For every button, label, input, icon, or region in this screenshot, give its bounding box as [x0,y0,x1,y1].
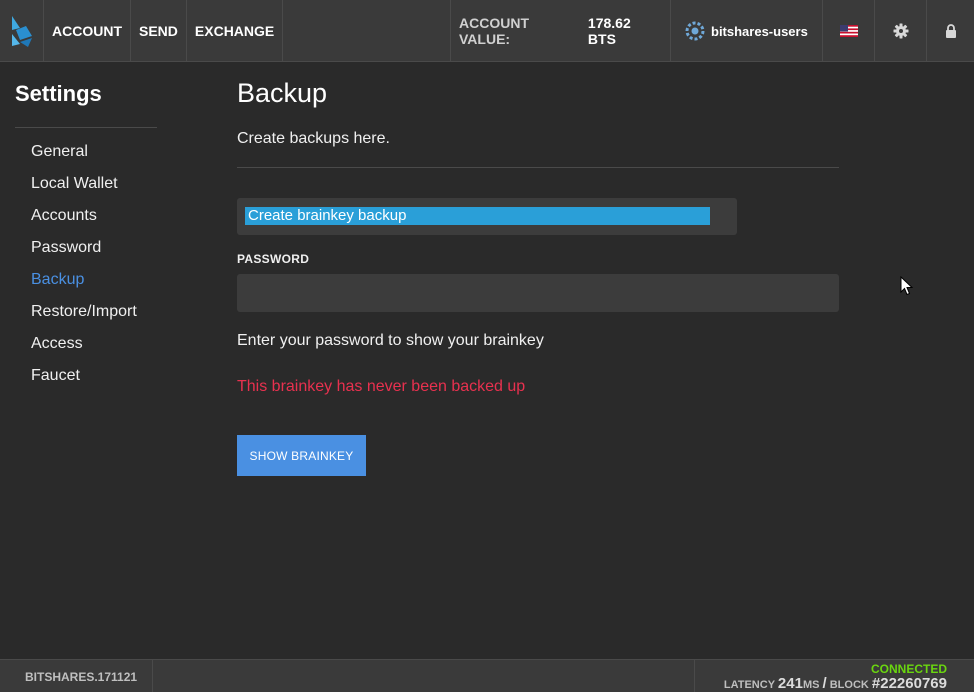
block-number: #22260769 [871,675,947,692]
app-version: BITSHARES.171121 [0,660,153,692]
backup-type-select[interactable]: Create brainkey backup [237,198,737,235]
block-label: BLOCK [829,679,869,691]
account-name: bitshares-users [711,23,808,39]
password-hint: Enter your password to show your brainke… [237,332,544,349]
sidebar-item-local-wallet[interactable]: Local Wallet [31,172,137,204]
connection-status[interactable]: CONNECTED LATENCY 241MS / BLOCK #2226076… [694,660,974,692]
page-title: Backup [237,78,328,108]
lock-button[interactable] [927,0,974,62]
account-selector[interactable]: bitshares-users [671,0,823,62]
latency-label: LATENCY [723,679,775,691]
backup-warning: This brainkey has never been backed up [237,378,526,395]
flag-us-icon [839,25,858,37]
sidebar-item-general[interactable]: General [31,140,137,172]
sidebar-item-password[interactable]: Password [31,236,137,268]
account-value[interactable]: ACCOUNT VALUE: 178.62 BTS [451,0,671,62]
account-avatar-icon [685,21,705,41]
account-value-label: ACCOUNT VALUE: [459,15,529,47]
sidebar-item-backup[interactable]: Backup [31,268,137,300]
password-field[interactable] [237,274,839,312]
show-brainkey-button[interactable]: SHOW BRAINKEY [237,435,366,476]
latency-readout: LATENCY 241MS / BLOCK #22260769 [724,675,947,692]
latency-value: 241 [777,675,803,692]
latency-unit: MS [802,679,820,691]
account-value-amount: 178.62 BTS [587,15,631,47]
settings-button[interactable] [875,0,927,62]
lock-icon [945,24,956,38]
sidebar-item-restore-import[interactable]: Restore/Import [31,300,137,332]
content-divider [237,167,839,168]
settings-menu: General Local Wallet Accounts Password B… [31,140,137,396]
sidebar-item-faucet[interactable]: Faucet [31,364,137,396]
nav-account[interactable]: ACCOUNT [44,0,131,62]
sidebar-item-access[interactable]: Access [31,332,137,364]
page-subtitle: Create backups here. [237,130,390,147]
sidebar-item-accounts[interactable]: Accounts [31,204,137,236]
latency-separator: / [822,675,827,692]
language-button[interactable] [823,0,875,62]
gear-icon [893,23,908,39]
sidebar-divider [15,127,157,128]
connection-state: CONNECTED [870,662,947,676]
nav-send[interactable]: SEND [131,0,187,62]
bitshares-logo-icon[interactable] [0,0,44,62]
nav-exchange[interactable]: EXCHANGE [187,0,284,62]
backup-type-selected-option[interactable]: Create brainkey backup [245,207,710,225]
top-bar: ACCOUNT SEND EXCHANGE ACCOUNT VALUE: 178… [0,0,974,62]
mouse-cursor-icon [900,276,914,296]
sidebar-title: Settings [15,81,102,106]
password-label: PASSWORD [237,252,310,266]
topbar-spacer [283,0,451,61]
status-footer: BITSHARES.171121 CONNECTED LATENCY 241MS… [0,659,974,692]
